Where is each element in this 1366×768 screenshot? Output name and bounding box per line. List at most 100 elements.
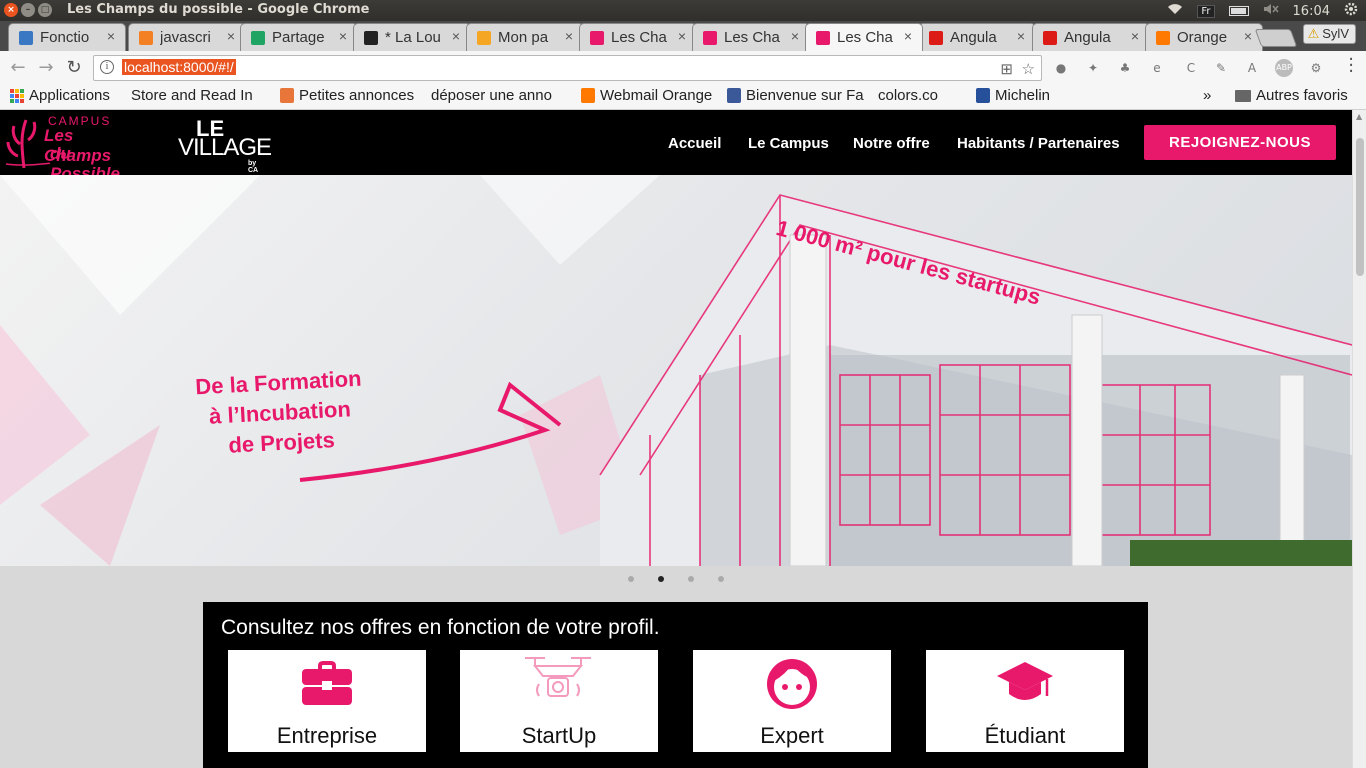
browser-tab[interactable]: Fonctio × — [8, 23, 126, 51]
bookmark-star-icon[interactable]: ☆ — [1022, 60, 1035, 78]
url-text[interactable]: localhost:8000/#!/ — [122, 59, 236, 75]
extension-icon[interactable]: ✦ — [1084, 59, 1102, 77]
extension-icon[interactable]: ✎ — [1212, 59, 1230, 77]
battery-icon[interactable] — [1228, 6, 1249, 16]
offer-card-label: Entreprise — [276, 723, 378, 748]
window-minimize-button[interactable]: – — [21, 3, 35, 17]
keyboard-layout-indicator[interactable]: Fr — [1197, 4, 1215, 18]
tab-favicon-icon — [139, 31, 153, 45]
extension-icon[interactable]: C — [1182, 59, 1200, 77]
forward-button[interactable]: → — [34, 57, 58, 78]
browser-tab[interactable]: Les Cha × — [692, 23, 810, 51]
browser-tab[interactable]: Orange × — [1145, 23, 1263, 51]
bookmark-item[interactable]: Webmail Orange — [581, 87, 712, 104]
browser-tab[interactable]: Les Cha × — [805, 23, 923, 51]
extension-icon[interactable]: e — [1148, 59, 1166, 77]
michelin-icon — [976, 88, 990, 103]
tab-close-icon[interactable]: × — [227, 28, 235, 44]
profile-button[interactable]: ⚠ SylV — [1302, 24, 1356, 44]
tab-close-icon[interactable]: × — [791, 28, 799, 44]
hero-carousel[interactable]: De la Formation à l’Incubation de Projet… — [0, 175, 1352, 566]
hero-tagline: De la Formation à l’Incubation de Projet… — [168, 362, 392, 463]
carousel-dot[interactable] — [628, 576, 634, 582]
apps-grid-icon — [10, 88, 24, 103]
carousel-dot[interactable] — [718, 576, 724, 582]
nav-accueil[interactable]: Accueil — [668, 135, 721, 152]
browser-tab[interactable]: * La Lou × — [353, 23, 471, 51]
tab-close-icon[interactable]: × — [565, 28, 573, 44]
briefcase-icon — [302, 661, 352, 705]
site-header: CAMPUS Les Champs du Possible LE VILLAGE… — [0, 110, 1352, 183]
tab-label: Angula — [1064, 29, 1111, 46]
tab-close-icon[interactable]: × — [678, 28, 686, 44]
browser-tab[interactable]: Partage × — [240, 23, 358, 51]
scroll-up-icon[interactable]: ▲ — [1356, 112, 1362, 121]
extension-icon[interactable]: A — [1243, 59, 1261, 77]
carousel-indicators — [0, 576, 1352, 586]
new-tab-button[interactable] — [1254, 29, 1298, 47]
tab-favicon-icon — [929, 31, 943, 45]
offer-card-expert[interactable]: Expert — [693, 650, 891, 752]
scrollbar-thumb[interactable] — [1356, 138, 1364, 276]
volume-icon[interactable] — [1263, 3, 1279, 19]
browser-toolbar: ← → ↻ i localhost:8000/#!/ ⊞ ☆ ● ✦ ♣ e C ✎ A AB… — [0, 51, 1366, 85]
translate-icon[interactable]: ⊞ — [1000, 60, 1013, 78]
bookmarks-overflow-button[interactable]: » — [1203, 87, 1211, 104]
extension-icon[interactable]: ⚙ — [1307, 59, 1325, 77]
browser-tab[interactable]: Angula × — [918, 23, 1036, 51]
page-scrollbar[interactable]: ▲ — [1352, 110, 1366, 768]
clock[interactable]: 16:04 — [1293, 4, 1330, 19]
logo-by: by CA — [248, 160, 259, 174]
tab-close-icon[interactable]: × — [904, 28, 912, 44]
hero-building-illustration — [0, 175, 1352, 566]
browser-tab[interactable]: Angula × — [1032, 23, 1150, 51]
browser-tab[interactable]: Les Cha × — [579, 23, 697, 51]
nav-notre-offre[interactable]: Notre offre — [853, 135, 930, 152]
bookmark-item[interactable]: Bienvenue sur Fa — [727, 87, 864, 104]
tab-close-icon[interactable]: × — [107, 28, 115, 44]
offer-card-entreprise[interactable]: Entreprise — [228, 650, 426, 752]
carousel-dot[interactable] — [688, 576, 694, 582]
join-us-button[interactable]: REJOIGNEZ-NOUS — [1144, 125, 1336, 160]
bookmark-label: déposer une anno — [431, 87, 552, 104]
offer-card-startup[interactable]: StartUp — [460, 650, 658, 752]
bookmark-item[interactable]: Store and Read In — [131, 87, 253, 104]
address-bar[interactable]: i localhost:8000/#!/ ⊞ ☆ — [93, 55, 1042, 81]
offer-card-label: StartUp — [521, 723, 597, 748]
tab-close-icon[interactable]: × — [452, 28, 460, 44]
bookmark-item[interactable]: déposer une anno — [431, 87, 552, 104]
extension-icon[interactable]: ♣ — [1116, 59, 1134, 77]
warning-icon: ⚠ — [1307, 26, 1320, 41]
settings-gear-icon[interactable] — [1344, 2, 1358, 20]
face-icon — [767, 659, 817, 709]
tab-close-icon[interactable]: × — [1131, 28, 1139, 44]
tab-close-icon[interactable]: × — [339, 28, 347, 44]
bookmark-item[interactable]: colors.co — [878, 87, 938, 104]
bookmark-item[interactable]: Michelin — [976, 87, 1050, 104]
offer-card-etudiant[interactable]: Étudiant — [926, 650, 1124, 752]
tab-favicon-icon — [590, 31, 604, 45]
tab-close-icon[interactable]: × — [1244, 28, 1252, 44]
bookmark-label: colors.co — [878, 87, 939, 104]
browser-tab[interactable]: javascri × — [128, 23, 246, 51]
wifi-icon[interactable] — [1167, 3, 1183, 19]
extension-icon[interactable]: ● — [1052, 59, 1070, 77]
window-close-button[interactable]: × — [4, 3, 18, 17]
nav-habitants-partenaires[interactable]: Habitants / Partenaires — [957, 135, 1120, 152]
bookmark-label: Webmail Orange — [600, 87, 713, 104]
site-info-icon[interactable]: i — [100, 60, 114, 74]
tab-close-icon[interactable]: × — [1017, 28, 1025, 44]
extension-icon[interactable]: ABP — [1275, 59, 1293, 77]
bookmark-item[interactable]: Applications — [10, 87, 110, 104]
other-bookmarks-folder[interactable]: Autres favoris — [1235, 87, 1348, 104]
bookmark-item[interactable]: Petites annonces — [280, 87, 414, 104]
campus-logo[interactable]: CAMPUS Les Champs du Possible — [4, 112, 144, 183]
reload-button[interactable]: ↻ — [62, 57, 86, 78]
box-icon — [280, 88, 294, 103]
chrome-menu-icon[interactable]: · · · — [1348, 51, 1354, 81]
browser-tab[interactable]: Mon pa × — [466, 23, 584, 51]
carousel-dot[interactable] — [658, 576, 664, 582]
back-button[interactable]: ← — [6, 57, 30, 78]
window-maximize-button[interactable]: □ — [38, 3, 52, 17]
nav-le-campus[interactable]: Le Campus — [748, 135, 829, 152]
